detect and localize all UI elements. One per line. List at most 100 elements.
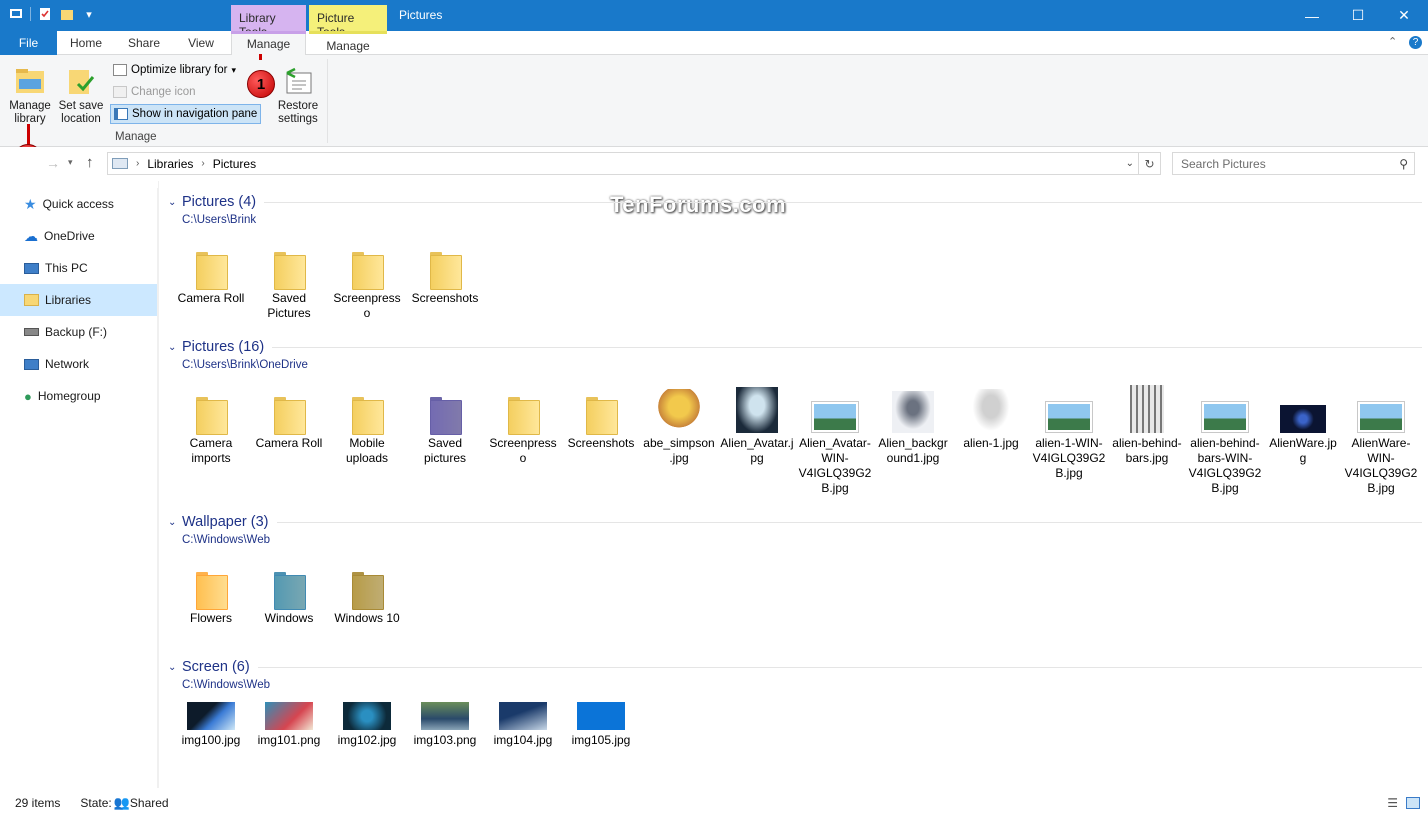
image-item[interactable]: alien-behind-bars.jpg <box>1110 381 1184 466</box>
folder-item[interactable]: Camera imports <box>174 381 248 466</box>
recent-locations-icon[interactable]: ▾ <box>68 157 73 168</box>
image-item[interactable]: img100.jpg <box>174 678 248 748</box>
tab-share[interactable]: Share <box>115 31 173 55</box>
new-folder-icon[interactable] <box>59 6 75 22</box>
collapse-chevron-icon: ⌄ <box>168 661 177 673</box>
image-thumbnail <box>421 702 469 730</box>
folder-item[interactable]: Saved Pictures <box>252 236 326 321</box>
item-label: Camera Roll <box>255 436 323 450</box>
nav-item-network[interactable]: Network <box>0 348 157 380</box>
image-item[interactable]: alien-behind-bars-WIN-V4IGLQ39G2B.jpg <box>1188 381 1262 496</box>
breadcrumb-libraries[interactable]: Libraries <box>147 157 193 171</box>
search-input[interactable]: Search Pictures <box>1181 157 1266 171</box>
item-label: Saved pictures <box>423 436 467 465</box>
properties-icon[interactable] <box>37 6 53 22</box>
image-item[interactable]: img103.png <box>408 678 482 748</box>
group-header[interactable]: ⌄ Wallpaper (3) <box>168 514 1422 530</box>
nav-item-libraries[interactable]: Libraries <box>0 284 157 316</box>
image-item[interactable]: alien-1.jpg <box>954 381 1028 451</box>
image-item[interactable]: Alien_background1.jpg <box>876 381 950 466</box>
item-label: img103.png <box>413 733 477 747</box>
image-item[interactable]: img105.jpg <box>564 678 638 748</box>
folder-item[interactable]: Mobile uploads <box>330 381 404 466</box>
minimize-button[interactable]: — <box>1289 0 1335 31</box>
set-save-location-button[interactable]: Set save location <box>56 62 106 126</box>
image-item[interactable]: img101.png <box>252 678 326 748</box>
manage-library-button[interactable]: Manage library <box>6 62 54 126</box>
navigation-pane-icon <box>114 108 128 120</box>
nav-item-this-pc[interactable]: This PC <box>0 252 157 284</box>
item-label: Alien_Avatar.jpg <box>720 436 794 465</box>
window-title: Pictures <box>399 8 443 22</box>
forward-arrow-icon[interactable]: → <box>46 155 60 171</box>
nav-item-backup-drive[interactable]: Backup (F:) <box>0 316 157 348</box>
refresh-button[interactable]: ↻ <box>1139 152 1161 175</box>
change-icon-button[interactable]: Change icon <box>110 82 199 102</box>
help-icon[interactable]: ? <box>1409 36 1422 49</box>
search-box[interactable]: Search Pictures ⚲ <box>1172 152 1415 175</box>
nav-item-homegroup[interactable]: ● Homegroup <box>0 380 157 412</box>
item-label: alien-1-WIN-V4IGLQ39G2B.jpg <box>1032 436 1106 480</box>
collapse-ribbon-icon[interactable]: ⌃ <box>1388 35 1397 48</box>
folder-item[interactable]: Screenshots <box>564 381 638 451</box>
tab-home[interactable]: Home <box>57 31 115 55</box>
customize-toolbar-icon[interactable]: ▾ <box>81 6 97 22</box>
image-thumbnail <box>499 702 547 730</box>
window-menu-icon[interactable] <box>8 6 24 22</box>
up-arrow-icon[interactable]: ↑ <box>86 154 94 171</box>
folder-icon <box>508 395 540 435</box>
close-button[interactable]: ✕ <box>1381 0 1427 31</box>
item-label: Saved Pictures <box>267 291 311 320</box>
show-in-navigation-pane-button[interactable]: Show in navigation pane <box>110 104 262 124</box>
image-item[interactable]: Alien_Avatar-WIN-V4IGLQ39G2B.jpg <box>798 381 872 496</box>
folder-item[interactable]: Screenpresso <box>330 236 404 321</box>
folder-item[interactable]: Screenshots <box>408 236 482 306</box>
nav-label: Libraries <box>45 293 92 307</box>
large-icons-view-icon[interactable] <box>1406 796 1420 809</box>
breadcrumb-separator-icon: › <box>136 158 140 169</box>
breadcrumb-pictures[interactable]: Pictures <box>213 157 256 171</box>
group-path: C:\Windows\Web <box>182 534 270 546</box>
address-bar[interactable]: › Libraries › Pictures ⌄ <box>107 152 1139 175</box>
group-header[interactable]: ⌄ Pictures (16) <box>168 339 1422 355</box>
folder-icon <box>430 250 462 290</box>
library-tools-context: Library Tools <box>231 5 306 39</box>
folder-item[interactable]: Flowers <box>174 556 248 626</box>
group-header[interactable]: ⌄ Screen (6) <box>168 659 1422 675</box>
folder-item[interactable]: Camera Roll <box>252 381 326 451</box>
image-item[interactable]: abe_simpson.jpg <box>642 381 716 466</box>
folder-item[interactable]: Windows <box>252 556 326 626</box>
image-item[interactable]: AlienWare.jpg <box>1266 381 1340 466</box>
folder-icon <box>586 395 618 435</box>
nav-item-onedrive[interactable]: ☁ OneDrive <box>0 220 157 252</box>
nav-item-quick-access[interactable]: ★ Quick access <box>0 188 157 220</box>
tab-view[interactable]: View <box>173 31 229 55</box>
item-label: abe_simpson.jpg <box>643 436 715 465</box>
optimize-library-button[interactable]: Optimize library for ▾ <box>110 60 239 80</box>
image-thumbnail <box>1045 401 1093 433</box>
image-item[interactable]: img102.jpg <box>330 678 404 748</box>
restore-settings-button[interactable]: Restore settings <box>274 62 322 126</box>
folder-item[interactable]: Saved pictures <box>408 381 482 466</box>
tab-file[interactable]: File <box>0 31 57 55</box>
search-icon: ⚲ <box>1399 156 1408 171</box>
folder-item[interactable]: Screenpresso <box>486 381 560 466</box>
folder-icon <box>196 570 228 610</box>
image-item[interactable]: Alien_Avatar.jpg <box>720 381 794 466</box>
tab-picture-manage[interactable]: Manage <box>309 31 387 55</box>
folder-item[interactable]: Camera Roll <box>174 236 248 306</box>
group-divider <box>276 521 1422 523</box>
item-label: Mobile uploads <box>345 436 389 465</box>
address-dropdown-icon[interactable]: ⌄ <box>1126 158 1134 169</box>
image-item[interactable]: img104.jpg <box>486 678 560 748</box>
pane-divider <box>158 181 159 788</box>
tab-library-manage[interactable]: Manage <box>231 31 306 56</box>
group-title: Pictures (16) <box>182 339 265 355</box>
folder-item[interactable]: Windows 10 <box>330 556 404 626</box>
image-item[interactable]: AlienWare-WIN-V4IGLQ39G2B.jpg <box>1344 381 1418 496</box>
image-item[interactable]: alien-1-WIN-V4IGLQ39G2B.jpg <box>1032 381 1106 481</box>
group-header[interactable]: ⌄ Pictures (4) <box>168 194 1422 210</box>
maximize-button[interactable]: ☐ <box>1335 0 1381 31</box>
item-label: Windows <box>264 611 314 625</box>
details-view-icon[interactable]: ☰ <box>1387 796 1398 810</box>
